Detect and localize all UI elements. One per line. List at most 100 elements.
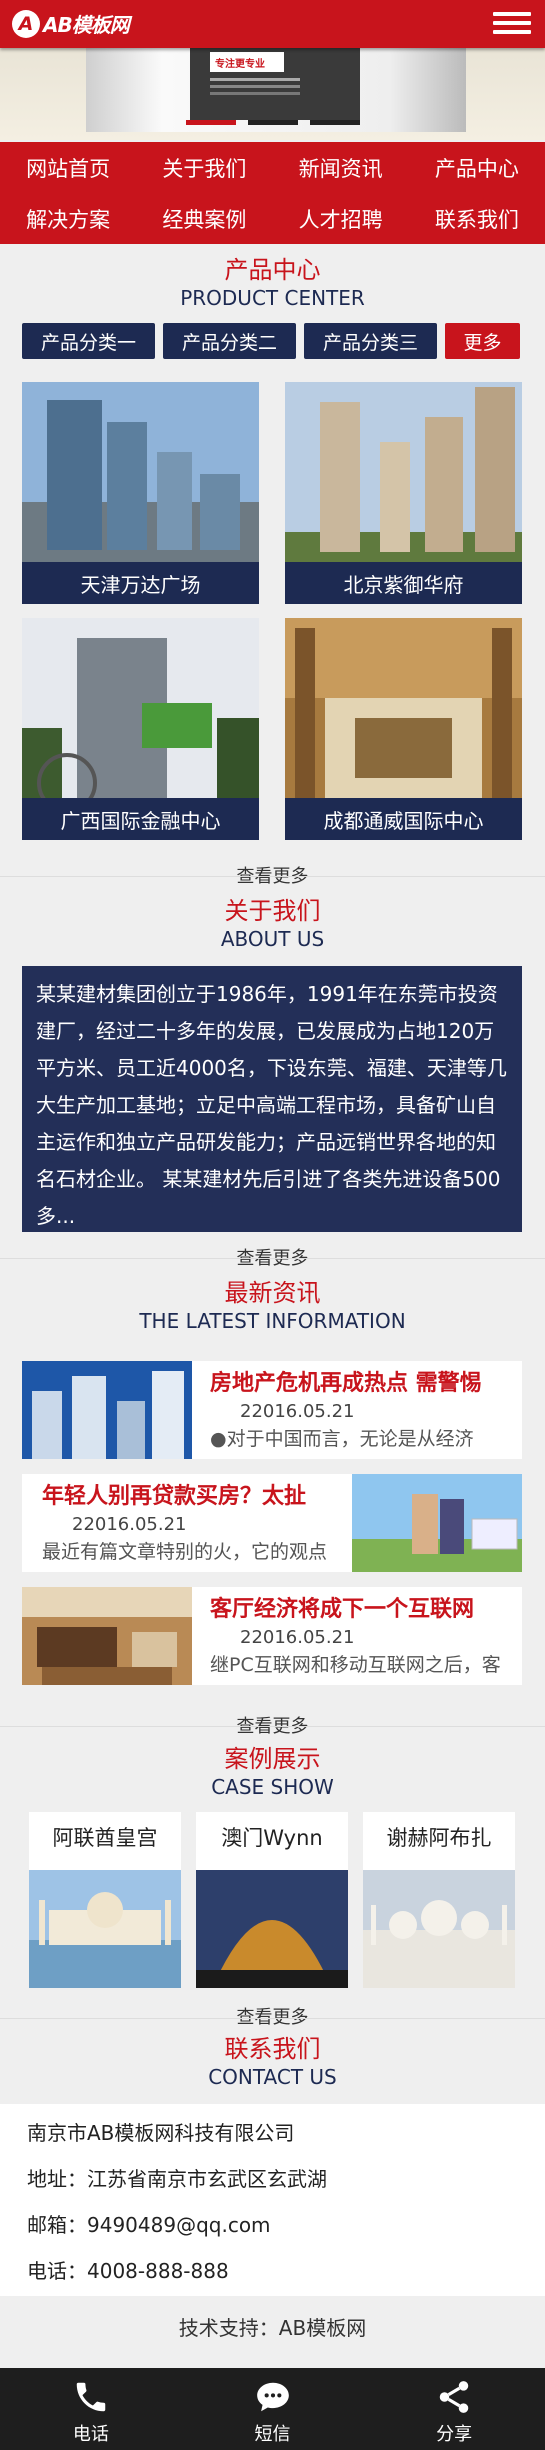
- contact-title-cn: 联系我们: [224, 2035, 321, 2063]
- nav-products[interactable]: 产品中心: [409, 142, 545, 193]
- news-date: 22016.05.21: [240, 1401, 355, 1422]
- news-title: 房地产危机再成热点 需警惕: [210, 1371, 482, 1396]
- case-image: [196, 1870, 348, 1988]
- divider: [0, 2018, 545, 2019]
- category-tab-3[interactable]: 产品分类三: [304, 323, 437, 359]
- contact-title-en: CONTACT US: [208, 2065, 337, 2089]
- product-card[interactable]: 成都通威国际中心: [285, 618, 522, 840]
- news-summary: 最近有篇文章特别的火，它的观点: [42, 1541, 328, 1563]
- news-title-en: THE LATEST INFORMATION: [139, 1309, 406, 1333]
- case-name: 谢赫阿布扎: [386, 1826, 492, 1850]
- news-thumbnail: [22, 1361, 192, 1459]
- contact-info: 南京市AB模板网科技有限公司 地址：江苏省南京市玄武区玄武湖 邮箱：949048…: [0, 2104, 545, 2296]
- tech-support[interactable]: 技术支持：AB模板网: [0, 2312, 545, 2341]
- nav-jobs[interactable]: 人才招聘: [273, 193, 409, 244]
- news-title: 客厅经济将成下一个互联网: [210, 1597, 475, 1622]
- sms-button[interactable]: 短信: [182, 2368, 364, 2450]
- banner-decoration: [210, 78, 300, 81]
- divider: [0, 1258, 545, 1259]
- banner-slider[interactable]: 专注更专业: [0, 48, 545, 140]
- news-date: 22016.05.21: [72, 1514, 187, 1535]
- phone-icon: [76, 2382, 106, 2412]
- about-title-en: ABOUT US: [220, 927, 325, 951]
- slider-dots: [0, 120, 545, 125]
- contact-company: 南京市AB模板网科技有限公司: [27, 2121, 295, 2145]
- sms-label: 短信: [254, 2424, 291, 2445]
- about-text: 某某建材集团创立于1986年，1991年在东莞市投资建厂，经过二十多年的发展，已…: [22, 966, 522, 1232]
- cases-title-cn: 案例展示: [224, 1745, 321, 1773]
- divider: [0, 876, 545, 877]
- case-card[interactable]: 阿联酋皇宫: [29, 1812, 181, 1988]
- nav-about[interactable]: 关于我们: [136, 142, 272, 193]
- contact-section-title: 联系我们 CONTACT US: [0, 2034, 545, 2090]
- product-caption: 天津万达广场: [22, 562, 259, 604]
- product-card[interactable]: 北京紫御华府: [285, 382, 522, 604]
- contact-email[interactable]: 邮箱：9490489@qq.com: [27, 2202, 545, 2248]
- news-thumbnail: [22, 1587, 192, 1685]
- slider-dot-3[interactable]: [309, 120, 360, 125]
- product-categories: 产品分类一 产品分类二 产品分类三 更多: [22, 323, 522, 359]
- products-section-title: 产品中心 PRODUCT CENTER: [0, 255, 545, 311]
- site-logo[interactable]: A AB模板网: [12, 9, 130, 38]
- products-more-link[interactable]: 查看更多: [0, 862, 545, 888]
- nav-news[interactable]: 新闻资讯: [273, 142, 409, 193]
- news-text: 房地产危机再成热点 需警惕 22016.05.21 ●对于中国而言，无论是从经济: [192, 1361, 522, 1459]
- news-title-cn: 最新资讯: [224, 1279, 321, 1307]
- category-more-button[interactable]: 更多: [445, 323, 520, 359]
- main-nav: 网站首页 关于我们 新闻资讯 产品中心 解决方案 经典案例 人才招聘 联系我们: [0, 142, 545, 244]
- product-caption: 北京紫御华府: [285, 562, 522, 604]
- banner-card-text: 专注更专业: [210, 52, 284, 72]
- case-name: 阿联酋皇宫: [52, 1826, 158, 1850]
- nav-cases[interactable]: 经典案例: [136, 193, 272, 244]
- product-caption: 成都通威国际中心: [285, 798, 522, 840]
- about-title-cn: 关于我们: [224, 897, 321, 925]
- news-item[interactable]: 房地产危机再成热点 需警惕 22016.05.21 ●对于中国而言，无论是从经济: [22, 1361, 522, 1459]
- product-card[interactable]: 天津万达广场: [22, 382, 259, 604]
- news-more-link[interactable]: 查看更多: [0, 1712, 545, 1738]
- case-card[interactable]: 谢赫阿布扎: [363, 1812, 515, 1988]
- products-title-cn: 产品中心: [224, 256, 321, 284]
- news-text: 年轻人别再贷款买房？太扯 22016.05.21 最近有篇文章特别的火，它的观点: [22, 1474, 352, 1572]
- phone-label: 电话: [72, 2424, 109, 2445]
- news-title: 年轻人别再贷款买房？太扯: [42, 1484, 307, 1509]
- news-summary: ●对于中国而言，无论是从经济: [210, 1428, 474, 1450]
- nav-home[interactable]: 网站首页: [0, 142, 136, 193]
- case-image: [363, 1870, 515, 1988]
- about-section-title: 关于我们 ABOUT US: [0, 896, 545, 952]
- share-button[interactable]: 分享: [363, 2368, 545, 2450]
- news-summary: 继PC互联网和移动互联网之后，客: [210, 1654, 501, 1676]
- news-item[interactable]: 客厅经济将成下一个互联网 22016.05.21 继PC互联网和移动互联网之后，…: [22, 1587, 522, 1685]
- news-item[interactable]: 年轻人别再贷款买房？太扯 22016.05.21 最近有篇文章特别的火，它的观点: [22, 1474, 522, 1572]
- share-icon: [439, 2381, 469, 2413]
- product-card[interactable]: 广西国际金融中心: [22, 618, 259, 840]
- products-title-en: PRODUCT CENTER: [180, 286, 365, 310]
- news-text: 客厅经济将成下一个互联网 22016.05.21 继PC互联网和移动互联网之后，…: [192, 1587, 522, 1685]
- news-section-title: 最新资讯 THE LATEST INFORMATION: [0, 1278, 545, 1334]
- case-name: 澳门Wynn: [221, 1826, 323, 1850]
- case-card[interactable]: 澳门Wynn: [196, 1812, 348, 1988]
- hamburger-menu-icon[interactable]: [493, 8, 531, 40]
- top-header: A AB模板网: [0, 0, 545, 48]
- cases-section-title: 案例展示 CASE SHOW: [0, 1744, 545, 1800]
- logo-mark: A: [12, 9, 40, 38]
- nav-solutions[interactable]: 解决方案: [0, 193, 136, 244]
- contact-address: 地址：江苏省南京市玄武区玄武湖: [27, 2167, 327, 2191]
- about-more-link[interactable]: 查看更多: [0, 1244, 545, 1270]
- category-tab-1[interactable]: 产品分类一: [22, 323, 155, 359]
- slider-dot-1[interactable]: [185, 120, 236, 125]
- nav-contact[interactable]: 联系我们: [409, 193, 545, 244]
- product-caption: 广西国际金融中心: [22, 798, 259, 840]
- bottom-bar: 电话 短信 分享: [0, 2368, 545, 2450]
- logo-text: AB模板网: [43, 13, 130, 37]
- cases-more-link[interactable]: 查看更多: [0, 2003, 545, 2029]
- contact-phone[interactable]: 电话：4008-888-888: [27, 2248, 545, 2294]
- cases-title-en: CASE SHOW: [211, 1775, 334, 1799]
- divider: [0, 1726, 545, 1727]
- news-date: 22016.05.21: [240, 1627, 355, 1648]
- sms-icon: [256, 2382, 289, 2412]
- category-tab-2[interactable]: 产品分类二: [163, 323, 296, 359]
- case-image: [29, 1870, 181, 1988]
- phone-button[interactable]: 电话: [0, 2368, 182, 2450]
- slider-dot-2[interactable]: [247, 120, 298, 125]
- share-label: 分享: [436, 2424, 473, 2445]
